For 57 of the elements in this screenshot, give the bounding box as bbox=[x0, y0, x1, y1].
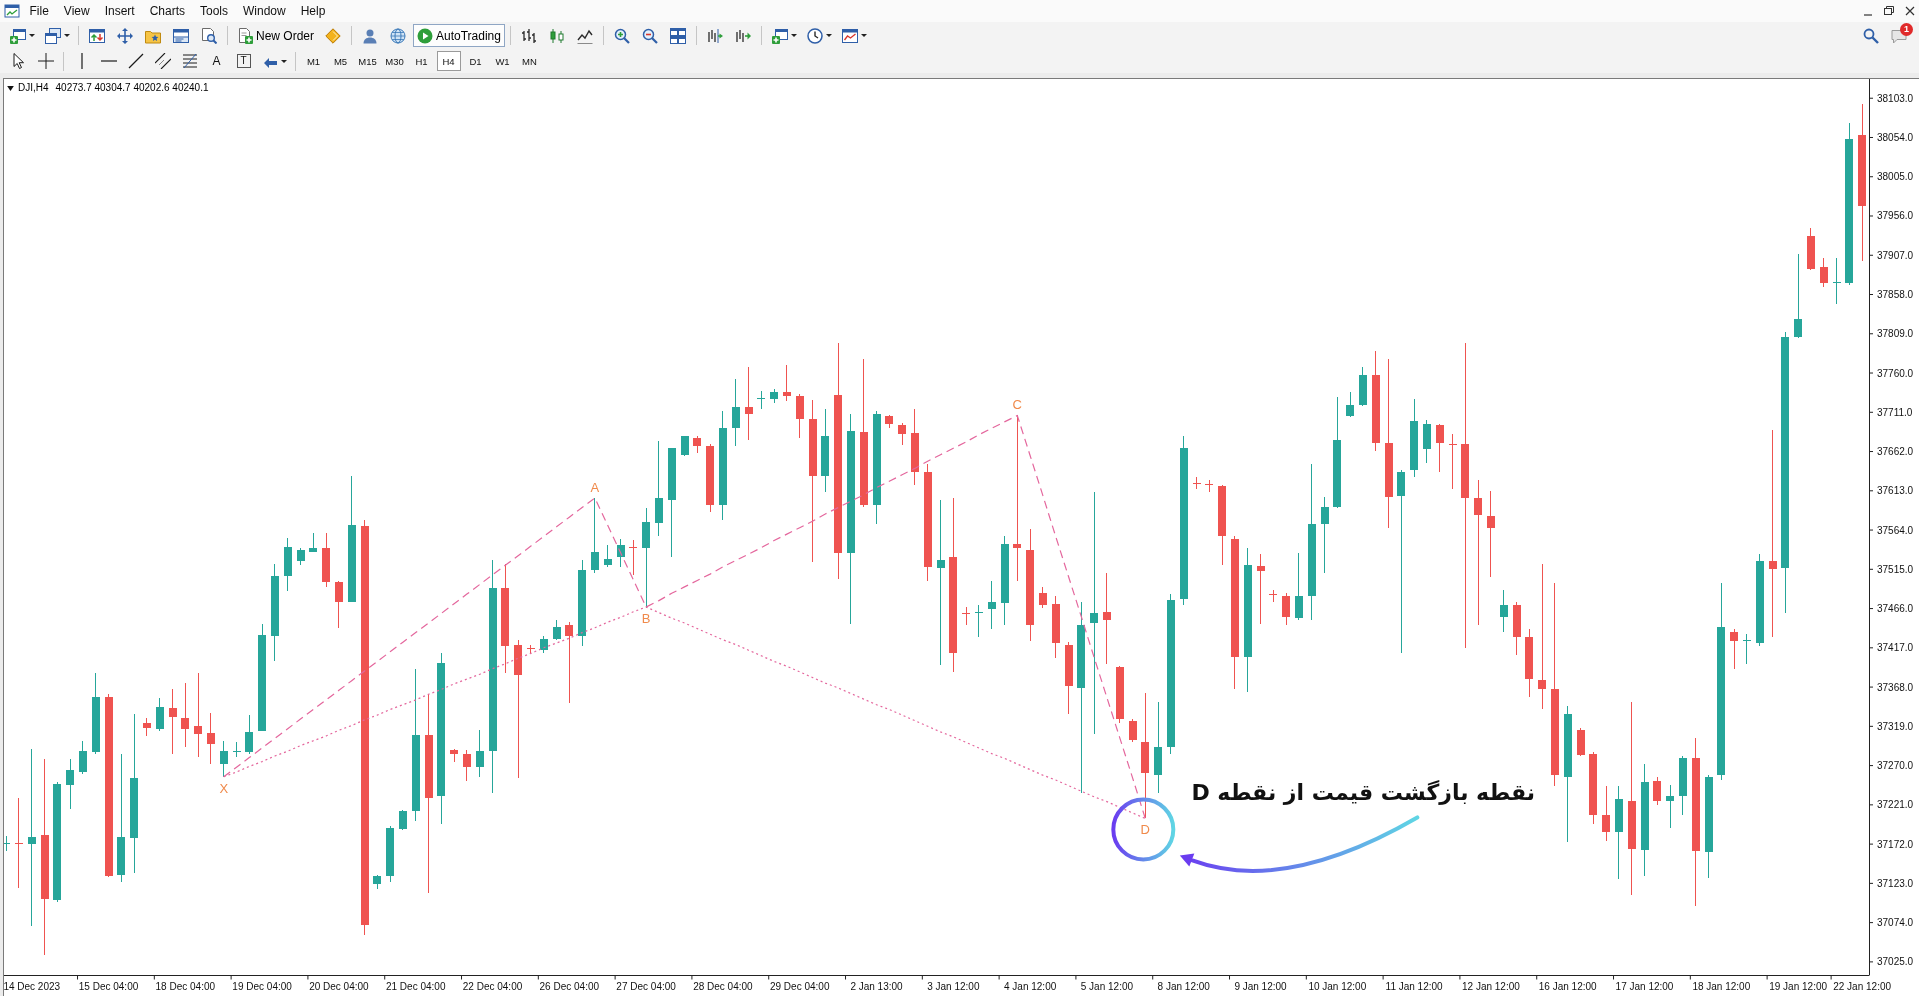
time-label: 17 Jan 12:00 bbox=[1615, 981, 1674, 992]
price-label: 37711.0 bbox=[1877, 406, 1913, 418]
time-label: 4 Jan 12:00 bbox=[1004, 981, 1057, 992]
pattern-label: D bbox=[1140, 822, 1150, 838]
time-label: 21 Dec 04:00 bbox=[385, 981, 446, 992]
price-label: 37270.0 bbox=[1877, 760, 1914, 772]
time-label: 20 Dec 04:00 bbox=[309, 981, 369, 992]
time-label: 8 Jan 12:00 bbox=[1157, 981, 1210, 992]
time-label: 16 Jan 12:00 bbox=[1538, 981, 1597, 992]
time-label: 9 Jan 12:00 bbox=[1234, 981, 1287, 992]
price-label: 37025.0 bbox=[1877, 956, 1914, 968]
time-label: 2 Jan 13:00 bbox=[850, 981, 903, 992]
time-label: 12 Jan 12:00 bbox=[1462, 981, 1520, 992]
time-label: 5 Jan 12:00 bbox=[1080, 981, 1134, 992]
time-label: 19 Jan 12:00 bbox=[1769, 981, 1828, 992]
pattern-label: C bbox=[1012, 397, 1022, 413]
time-label: 22 Jan 12:00 bbox=[1833, 981, 1892, 992]
time-label: 22 Dec 04:00 bbox=[462, 981, 523, 992]
pattern-label: A bbox=[590, 480, 600, 495]
price-label: 38054.0 bbox=[1877, 132, 1914, 143]
pattern-label: X bbox=[219, 780, 229, 796]
time-label: 27 Dec 04:00 bbox=[616, 981, 676, 992]
price-label: 37760.0 bbox=[1877, 367, 1914, 379]
price-label: 37809.0 bbox=[1877, 328, 1914, 340]
time-label: 15 Dec 04:00 bbox=[78, 981, 139, 992]
price-label: 38005.0 bbox=[1877, 171, 1914, 183]
price-label: 37466.0 bbox=[1877, 603, 1914, 615]
callout-text: نقطه بازگشت قیمت از نقطه D bbox=[1191, 779, 1535, 807]
chart-quote: 40273.7 40304.7 40202.6 40240.1 bbox=[55, 82, 209, 94]
price-label: 37368.0 bbox=[1877, 681, 1914, 693]
time-label: 18 Jan 12:00 bbox=[1692, 981, 1751, 992]
price-label: 37515.0 bbox=[1877, 563, 1914, 575]
notification-badge: 1 bbox=[1900, 22, 1913, 36]
price-label: 37613.0 bbox=[1877, 485, 1914, 497]
price-label: 37662.0 bbox=[1877, 446, 1914, 458]
price-label: 37074.0 bbox=[1877, 917, 1914, 929]
time-label: 18 Dec 04:00 bbox=[155, 981, 216, 992]
time-label: 11 Jan 12:00 bbox=[1385, 981, 1443, 992]
price-label: 37123.0 bbox=[1877, 877, 1914, 889]
time-label: 19 Dec 04:00 bbox=[232, 981, 292, 992]
time-label: 29 Dec 04:00 bbox=[769, 981, 830, 992]
time-label: 10 Jan 12:00 bbox=[1308, 981, 1367, 992]
price-label: 37417.0 bbox=[1877, 642, 1914, 654]
time-label: 26 Dec 04:00 bbox=[539, 981, 600, 992]
chart-symbol: DJI,H4 bbox=[18, 82, 49, 94]
price-label: 37956.0 bbox=[1877, 210, 1914, 222]
price-label: 37564.0 bbox=[1877, 524, 1914, 536]
price-label: 37858.0 bbox=[1877, 289, 1914, 300]
time-label: 3 Jan 12:00 bbox=[927, 981, 980, 992]
price-label: 37319.0 bbox=[1877, 720, 1914, 732]
price-label: 37221.0 bbox=[1877, 799, 1914, 811]
time-label: 28 Dec 04:00 bbox=[693, 981, 753, 992]
price-label: 37172.0 bbox=[1877, 838, 1914, 850]
pattern-label: B bbox=[641, 610, 651, 626]
price-label: 38103.0 bbox=[1877, 92, 1914, 104]
price-label: 37907.0 bbox=[1877, 249, 1914, 261]
time-label: 14 Dec 2023 bbox=[4, 981, 61, 992]
